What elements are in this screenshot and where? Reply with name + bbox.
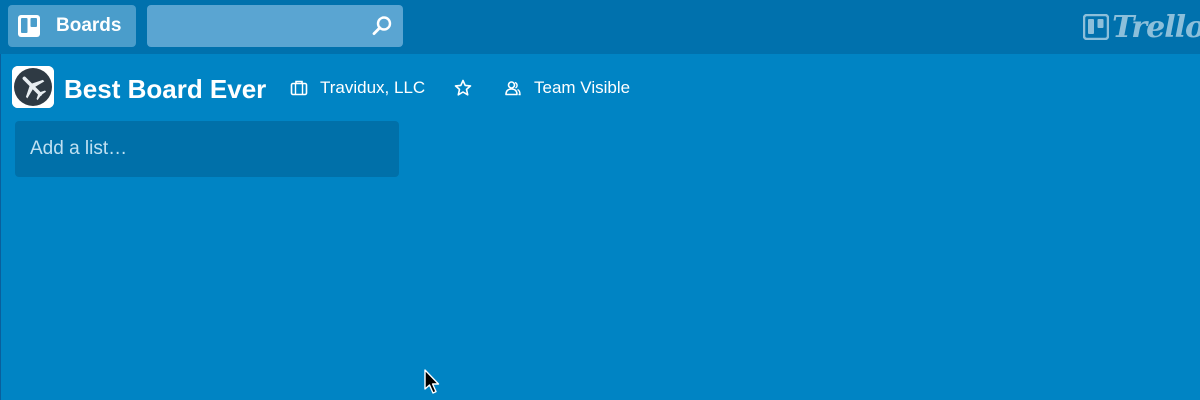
boards-icon [18,15,40,37]
trello-logo[interactable]: Trello [1082,9,1200,45]
board-avatar[interactable] [12,66,54,108]
board-title[interactable]: Best Board Ever [64,74,266,104]
airplane-icon [12,66,54,108]
add-list-button[interactable]: Add a list… [15,121,399,177]
search-input[interactable] [147,5,367,47]
board-organization-button[interactable]: Travidux, LLC [290,76,425,100]
boards-button[interactable]: Boards [8,5,136,47]
board-visibility-button[interactable]: Team Visible [504,76,630,100]
board-organization-label: Travidux, LLC [320,78,426,97]
top-header-bar: Boards Trello [0,0,1200,54]
mouse-cursor-icon [424,369,442,395]
add-list-label: Add a list… [30,138,128,159]
star-icon [454,79,472,97]
search-icon[interactable] [371,15,393,37]
boards-button-label: Boards [56,15,122,36]
board-header: Best Board Ever Travidux, LLC Team Visib… [0,54,1200,120]
search-box[interactable] [147,5,403,47]
team-icon [504,79,522,97]
board-visibility-label: Team Visible [534,78,631,97]
left-divider [0,54,1,400]
briefcase-icon [290,79,308,97]
trello-logo-icon [1082,13,1110,41]
trello-logo-text: Trello [1112,9,1200,45]
star-board-button[interactable] [454,76,472,100]
